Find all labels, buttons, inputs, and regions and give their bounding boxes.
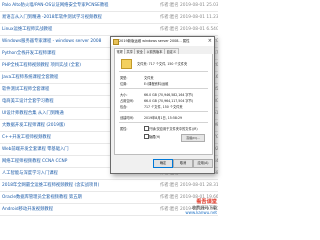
size-value: 66.0 GB (70,946,582,164 字节): [144, 93, 194, 97]
list-item-title[interactable]: Palo Alto防火墙/PAN-OS认证网络安全专家PCNSE教程: [2, 0, 108, 11]
contains-value: 717 个文件, 150 个文件夹: [144, 105, 183, 109]
list-item-title[interactable]: Linux运维工程师实战教程: [2, 24, 52, 35]
list-item-title[interactable]: 软件测试工程师全套课程: [2, 84, 49, 95]
list-item-title[interactable]: Web前端开发全套课程 零基础入门: [2, 144, 69, 155]
type-label: 类型:: [120, 76, 128, 80]
divider: [119, 122, 208, 123]
general-panel: 文件夹: 717 个文件, 150 个文件夹 类型: 文件夹 位置: E:\课程…: [114, 54, 213, 155]
list-item-title[interactable]: 人工智能与深度学习入门课程: [2, 168, 58, 179]
location-value: E:\课程资料\运维: [144, 82, 169, 86]
ok-button[interactable]: 确定: [153, 159, 173, 168]
list-item[interactable]: 2018年全网最全运维工程师视频教程 (含实战项目) 作者:匿名 2019-08-…: [0, 180, 218, 192]
list-item[interactable]: Palo Alto防火墙/PAN-OS认证网络安全专家PCNSE教程 作者:匿名 …: [0, 0, 218, 12]
list-item[interactable]: 易语言从入门到精通 -2018年软件测试学习视频教程 作者:匿名 2019-08-…: [0, 12, 218, 24]
list-item-title[interactable]: Windows服务器专家课程 - windows server 2008: [2, 36, 101, 47]
list-item-title[interactable]: C++开发工程师视频教程: [2, 132, 51, 143]
list-item-title[interactable]: Android移动开发视频教程: [2, 204, 53, 215]
list-item-meta: 作者:匿名 2019-08-01 11.23G: [160, 15, 218, 20]
list-item-title[interactable]: 电商美工设计全套学习教程: [2, 96, 54, 107]
list-item-title[interactable]: Oracle数据库管理员全套视频教程 第五期: [2, 192, 82, 203]
folder-icon: [121, 59, 132, 69]
folder-summary: 文件夹: 717 个文件, 150 个文件夹: [137, 62, 188, 66]
divider: [119, 71, 208, 72]
size-on-disk-value: 66.0 GB (70,964,117,504 字节): [144, 99, 194, 103]
close-icon[interactable]: ×: [208, 37, 212, 46]
list-item-meta: 作者:匿名 2019-08-01 25.03G: [160, 3, 218, 8]
location-label: 位置:: [120, 82, 128, 86]
divider: [119, 88, 208, 89]
created-value: 2019年8月1日, 15:58:29: [144, 116, 183, 120]
list-item-title[interactable]: 网络工程师视频教程 CCNA CCNP: [2, 156, 67, 167]
site-watermark: 看吾课堂 收费源码下载 www.kanwu.net: [181, 198, 217, 216]
watermark-url: www.kanwu.net: [185, 210, 217, 215]
divider: [119, 111, 208, 112]
list-item-title[interactable]: 大数据开发工程师课程 (2019版): [2, 120, 65, 131]
list-item-meta: 作者:匿名 2019-08-01 28.31G: [160, 183, 218, 188]
list-item-title[interactable]: 2018年全网最全运维工程师视频教程 (含实战项目): [2, 180, 99, 191]
list-item-title[interactable]: Java工程师系统课程全套教程: [2, 72, 58, 83]
contains-label: 包含:: [120, 105, 128, 109]
size-label: 大小:: [120, 93, 128, 97]
size-on-disk-label: 占用空间:: [120, 99, 134, 103]
advanced-button[interactable]: 高级(D)...: [181, 134, 205, 142]
dialog-title: 2019新版运维 windows server 2008... 属性: [119, 39, 190, 43]
hidden-label: 隐藏(H): [149, 135, 161, 139]
list-item-meta: 作者:匿名 2019-08-01 6.54G: [160, 27, 218, 32]
list-item-title[interactable]: PHP全栈工程师视频教程 项目实战 (全套): [2, 60, 81, 71]
apply-button[interactable]: 应用(A): [193, 159, 213, 168]
dialog-titlebar[interactable]: 2019新版运维 windows server 2008... 属性 ×: [111, 37, 214, 46]
created-label: 创建时间:: [120, 116, 134, 120]
list-item-title[interactable]: Python全栈开发工程师课程: [2, 48, 56, 59]
attributes-label: 属性:: [120, 127, 128, 131]
type-value: 文件夹: [144, 76, 154, 80]
readonly-label: 只读(仅应用于文件夹中的文件)(R): [149, 127, 198, 131]
list-item-title[interactable]: 易语言从入门到精通 -2018年软件测试学习视频教程: [2, 12, 102, 23]
cancel-button[interactable]: 取消: [173, 159, 193, 168]
watermark-brand: 看吾课堂: [196, 199, 217, 205]
list-item[interactable]: Linux运维工程师实战教程 作者:匿名 2019-08-01 6.54G: [0, 24, 218, 36]
folder-properties-dialog: 2019新版运维 windows server 2008... 属性 × 常规 …: [110, 36, 215, 174]
list-item-title[interactable]: UI设计师教程合集 从入门到精通: [2, 108, 64, 119]
